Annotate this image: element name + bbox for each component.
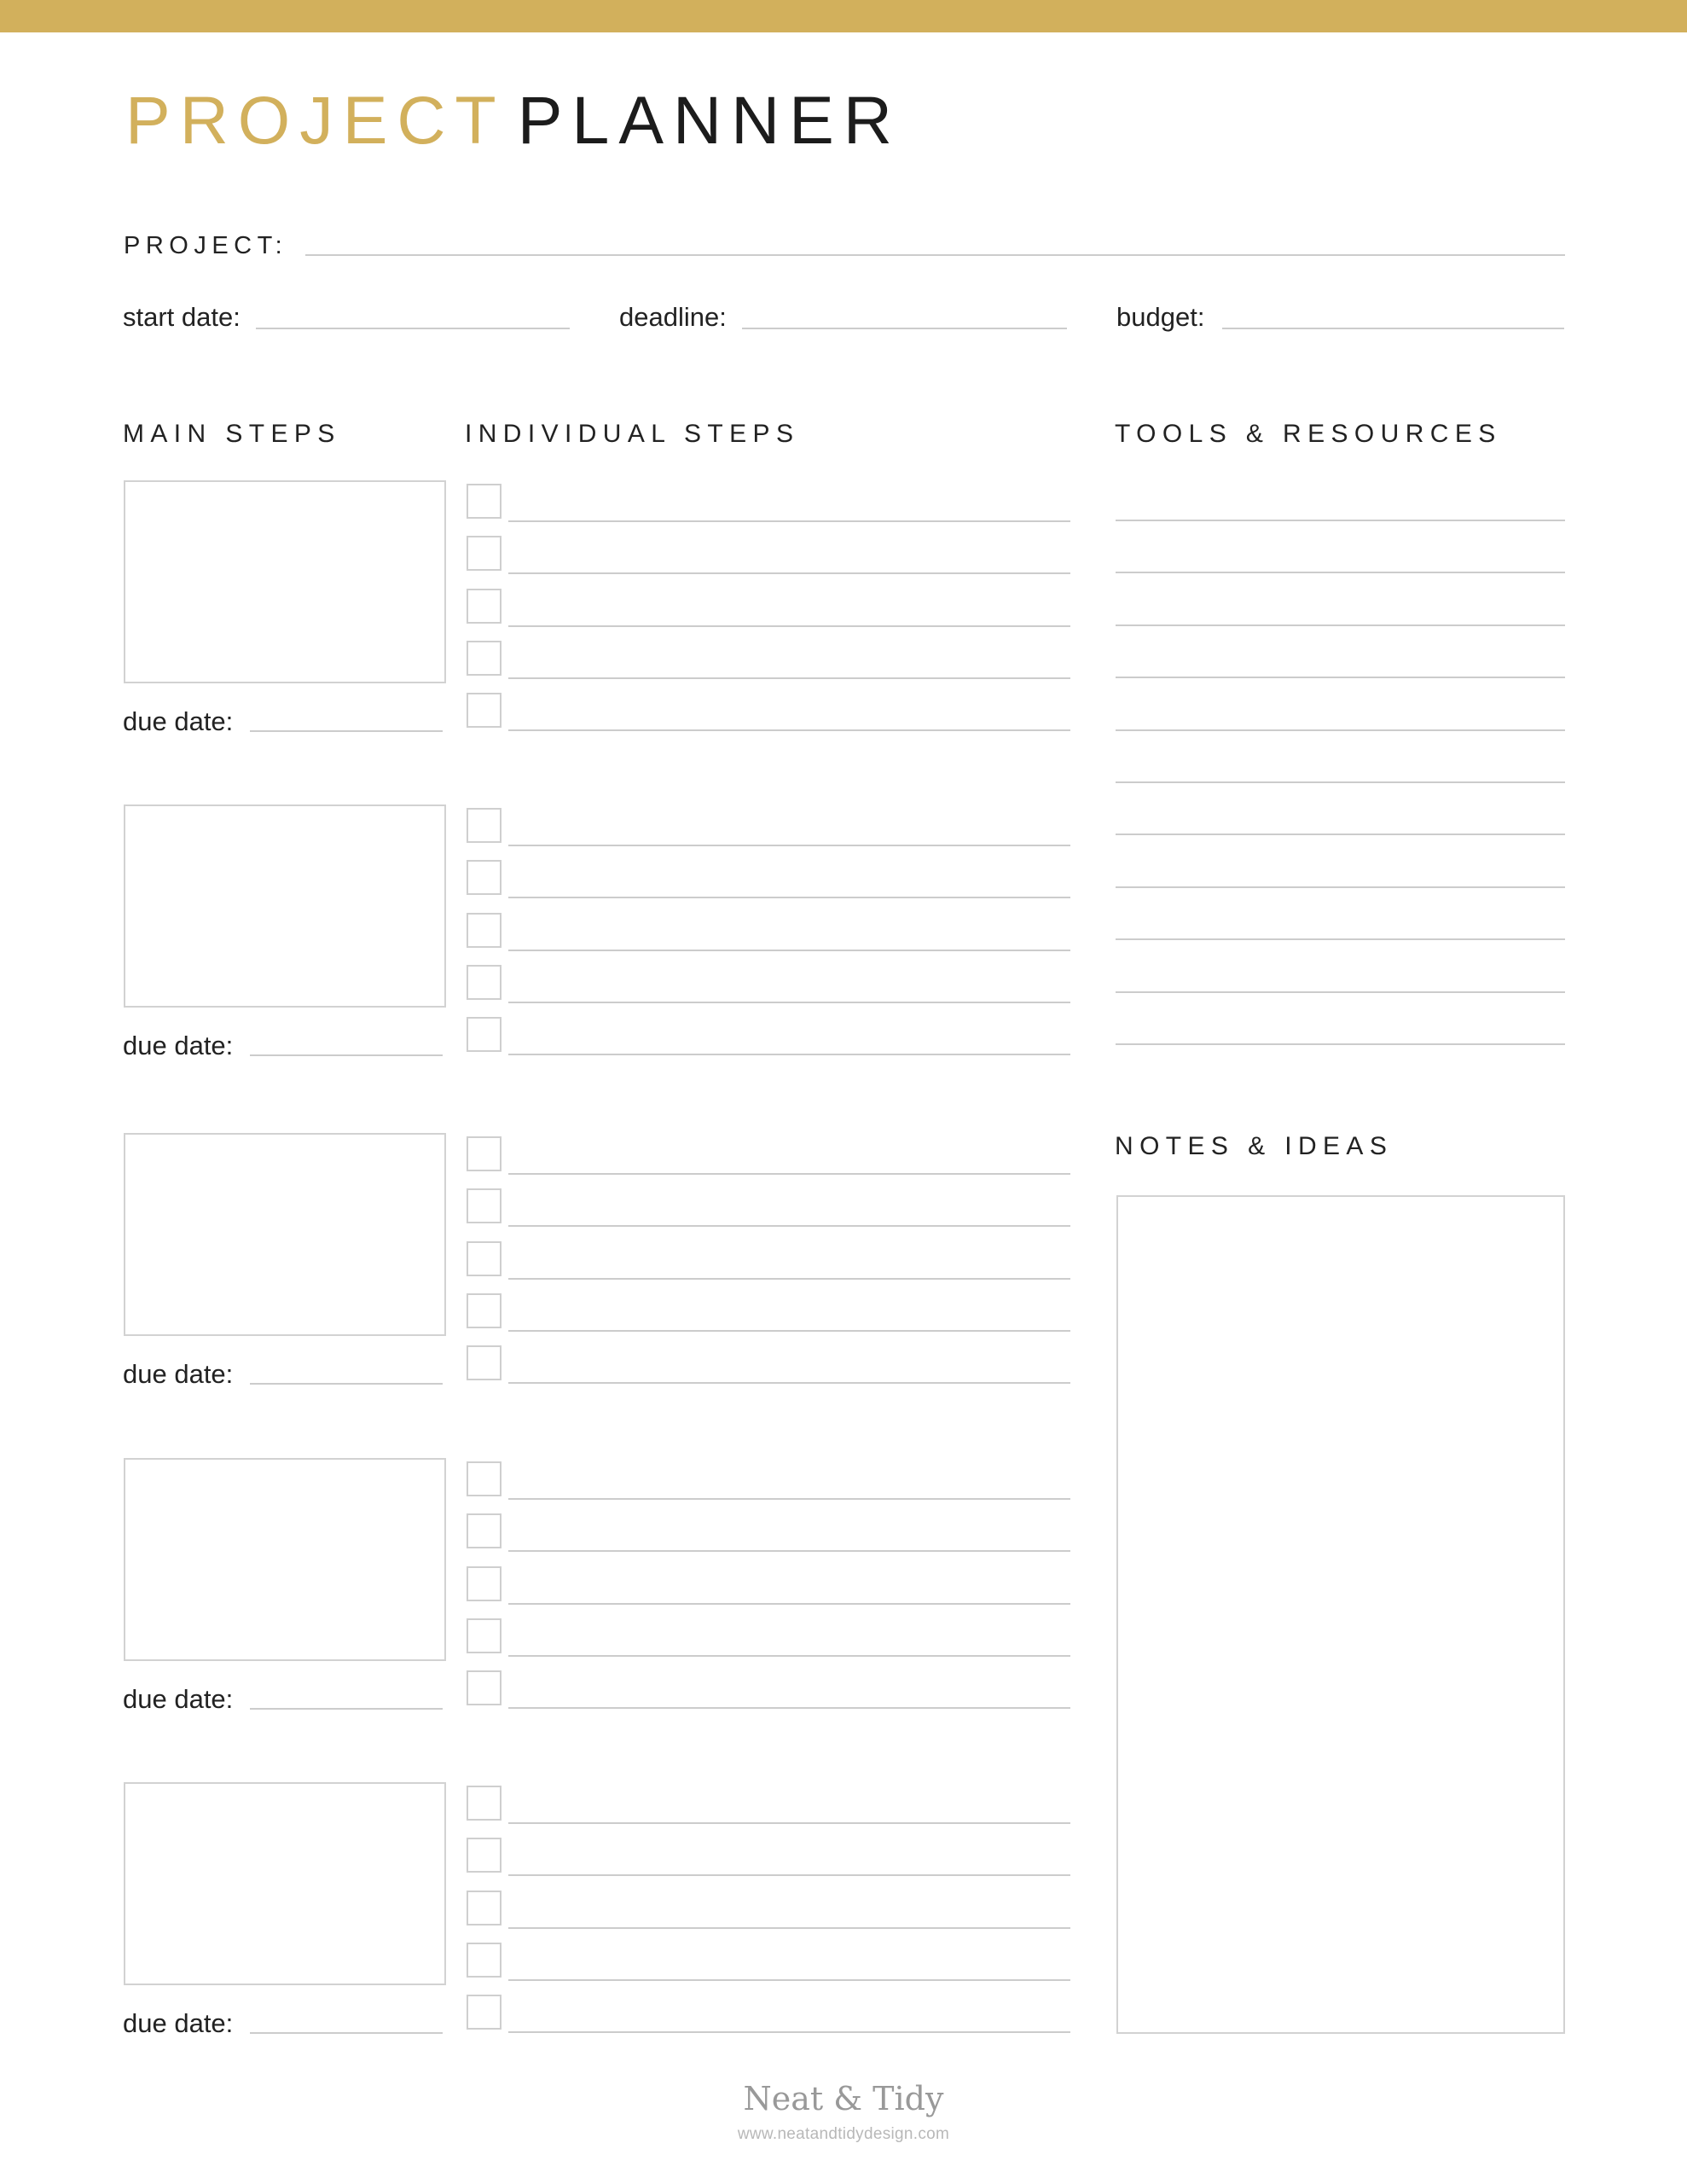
step-checkbox[interactable] — [467, 1513, 501, 1549]
step-checkbox[interactable] — [467, 1670, 501, 1706]
step-checkbox[interactable] — [467, 1345, 501, 1381]
step-checkbox[interactable] — [467, 536, 501, 572]
step-checkbox[interactable] — [467, 588, 501, 624]
budget-line — [1222, 328, 1564, 329]
start-date-input[interactable] — [259, 299, 568, 326]
step-checkbox[interactable] — [467, 1461, 501, 1496]
step-text-line[interactable] — [508, 1277, 1070, 1280]
start-date-label: start date: — [123, 302, 241, 332]
due-date-line[interactable] — [250, 730, 443, 732]
step-text-line[interactable] — [508, 1602, 1070, 1605]
step-text-line[interactable] — [508, 1978, 1070, 1981]
page-title-main-word: PLANNER — [517, 82, 901, 158]
step-checkbox[interactable] — [467, 1565, 501, 1601]
main-step-box[interactable] — [124, 480, 446, 683]
tools-resources-heading: TOOLS & RESOURCES — [1115, 420, 1502, 448]
brand-url: www.neatandtidydesign.com — [737, 2125, 950, 2143]
step-text-line[interactable] — [508, 897, 1070, 899]
due-date-label: due date: — [123, 706, 234, 736]
brand-logo-text: Neat & Tidy — [743, 2080, 944, 2117]
step-text-line[interactable] — [508, 1822, 1070, 1824]
tools-resource-line[interactable] — [1116, 1043, 1565, 1045]
step-text-line[interactable] — [508, 1550, 1070, 1553]
main-step-box[interactable] — [124, 1133, 446, 1336]
step-checkbox[interactable] — [467, 1618, 501, 1653]
step-checkbox[interactable] — [467, 1017, 501, 1053]
step-text-line[interactable] — [508, 1707, 1070, 1710]
step-checkbox[interactable] — [467, 1136, 501, 1171]
notes-box[interactable] — [1116, 1195, 1565, 2034]
start-date-line — [256, 328, 570, 329]
individual-steps-heading: INDIVIDUAL STEPS — [465, 420, 800, 448]
main-step-box[interactable] — [124, 804, 446, 1008]
step-checkbox[interactable] — [467, 1942, 501, 1978]
due-date-label: due date: — [123, 1031, 234, 1060]
step-checkbox[interactable] — [467, 860, 501, 896]
tools-resource-line[interactable] — [1116, 990, 1565, 993]
due-date-label: due date: — [123, 1359, 234, 1389]
due-date-label: due date: — [123, 2008, 234, 2038]
step-text-line[interactable] — [508, 1173, 1070, 1175]
step-text-line[interactable] — [508, 949, 1070, 951]
step-checkbox[interactable] — [467, 1188, 501, 1224]
step-checkbox[interactable] — [467, 484, 501, 519]
step-checkbox[interactable] — [467, 693, 501, 729]
step-checkbox[interactable] — [467, 1995, 501, 2030]
tools-resource-line[interactable] — [1116, 886, 1565, 888]
tools-resource-line[interactable] — [1116, 729, 1565, 731]
due-date-line[interactable] — [250, 1054, 443, 1056]
step-text-line[interactable] — [508, 2031, 1070, 2034]
main-step-box[interactable] — [124, 1458, 446, 1661]
step-checkbox[interactable] — [467, 808, 501, 843]
step-text-line[interactable] — [508, 572, 1070, 575]
step-text-line[interactable] — [508, 1225, 1070, 1228]
project-name-line — [305, 254, 1565, 256]
step-checkbox[interactable] — [467, 640, 501, 676]
step-text-line[interactable] — [508, 624, 1070, 627]
tools-resource-line[interactable] — [1116, 834, 1565, 836]
step-text-line[interactable] — [508, 1926, 1070, 1929]
tools-resource-line[interactable] — [1116, 677, 1565, 679]
step-checkbox[interactable] — [467, 912, 501, 948]
step-text-line[interactable] — [508, 1054, 1070, 1056]
step-text-line[interactable] — [508, 1329, 1070, 1332]
tools-resource-line[interactable] — [1116, 624, 1565, 626]
due-date-line[interactable] — [250, 2032, 443, 2034]
step-text-line[interactable] — [508, 1382, 1070, 1385]
step-text-line[interactable] — [508, 1498, 1070, 1500]
page-title-accent-word: PROJECT — [125, 82, 506, 158]
step-text-line[interactable] — [508, 520, 1070, 522]
step-text-line[interactable] — [508, 677, 1070, 679]
step-checkbox[interactable] — [467, 1240, 501, 1276]
step-text-line[interactable] — [508, 845, 1070, 846]
deadline-input[interactable] — [745, 299, 1065, 326]
step-checkbox[interactable] — [467, 1786, 501, 1821]
step-checkbox[interactable] — [467, 964, 501, 1000]
tools-resource-line[interactable] — [1116, 781, 1565, 783]
step-text-line[interactable] — [508, 1001, 1070, 1003]
step-checkbox[interactable] — [467, 1838, 501, 1873]
notes-ideas-heading: NOTES & IDEAS — [1115, 1132, 1394, 1160]
top-accent-bar — [0, 0, 1687, 32]
due-date-line[interactable] — [250, 1383, 443, 1385]
project-label: PROJECT: — [124, 232, 288, 259]
step-text-line[interactable] — [508, 729, 1070, 732]
due-date-line[interactable] — [250, 1708, 443, 1710]
page-title: PROJECT PLANNER — [125, 82, 901, 159]
step-text-line[interactable] — [508, 1874, 1070, 1877]
budget-input[interactable] — [1226, 299, 1562, 326]
deadline-label: deadline: — [619, 302, 727, 332]
step-text-line[interactable] — [508, 1654, 1070, 1657]
due-date-label: due date: — [123, 1684, 234, 1714]
step-checkbox[interactable] — [467, 1890, 501, 1926]
budget-label: budget: — [1116, 302, 1205, 332]
main-steps-heading: MAIN STEPS — [123, 420, 341, 448]
project-name-input[interactable] — [309, 224, 1562, 253]
main-step-box[interactable] — [124, 1782, 446, 1985]
tools-resource-line[interactable] — [1116, 520, 1565, 521]
tools-resource-line[interactable] — [1116, 572, 1565, 574]
tools-resource-line[interactable] — [1116, 938, 1565, 941]
step-checkbox[interactable] — [467, 1292, 501, 1328]
deadline-line — [742, 328, 1067, 329]
